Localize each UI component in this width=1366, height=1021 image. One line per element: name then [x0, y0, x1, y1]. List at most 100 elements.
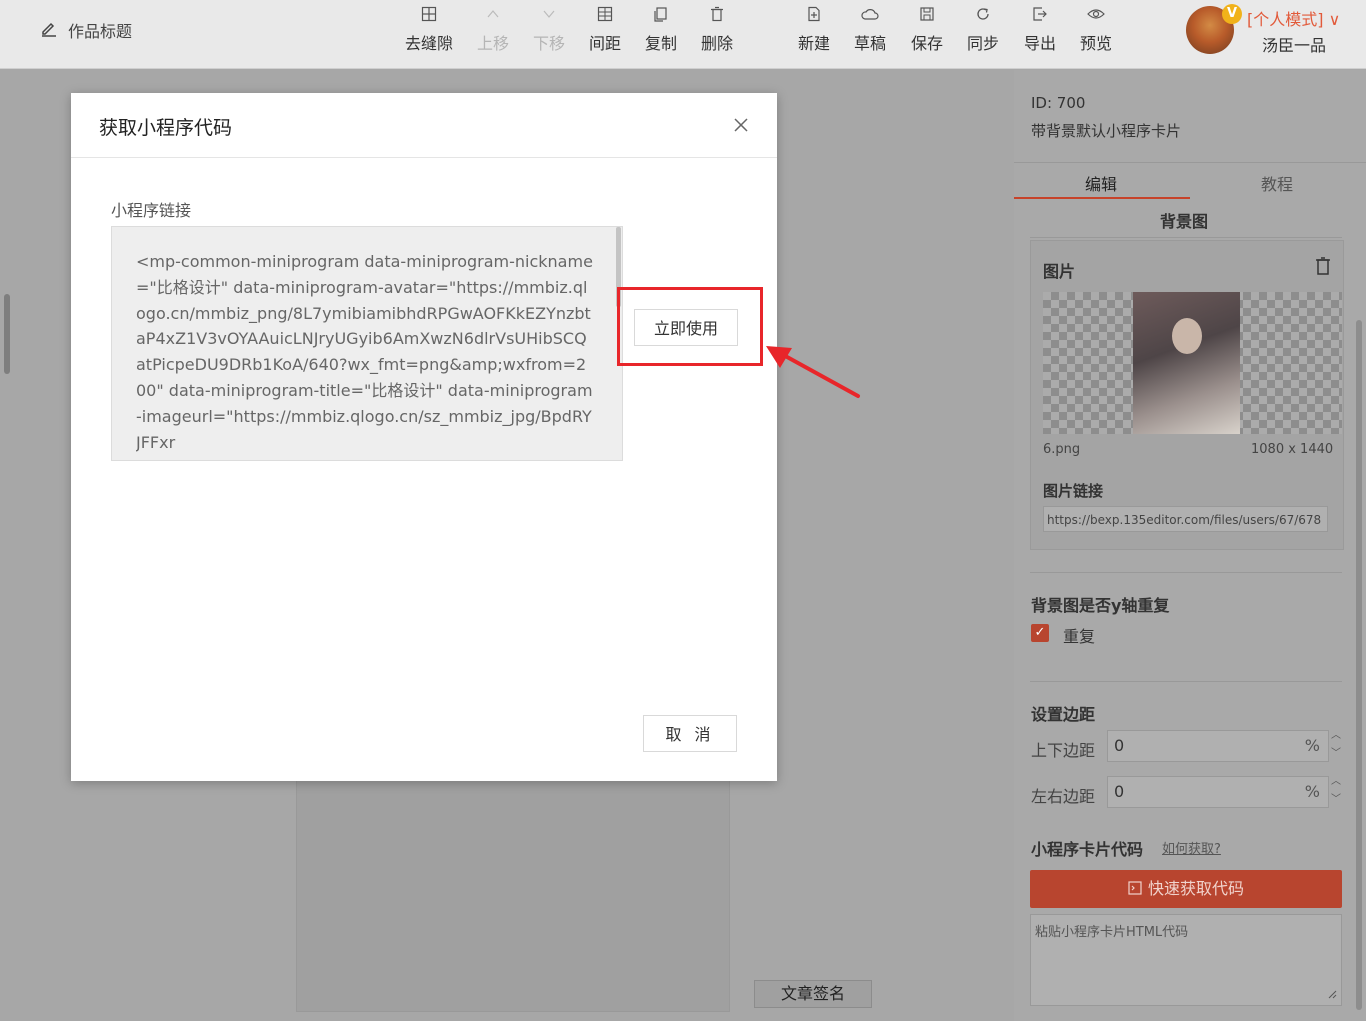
spacing-icon	[577, 6, 633, 28]
chevron-down-icon: ∨	[1328, 10, 1341, 29]
delete-button[interactable]: 删除	[689, 6, 745, 54]
edit-pencil-icon	[40, 19, 58, 41]
active-tab-indicator	[1014, 197, 1190, 199]
draft-button[interactable]: 草稿	[842, 6, 898, 54]
vertical-margin-value: 0	[1114, 736, 1125, 755]
sync-button[interactable]: 同步	[955, 6, 1011, 54]
work-title-text: 作品标题	[68, 22, 133, 41]
chevron-up-icon	[465, 6, 521, 28]
new-file-icon	[786, 6, 842, 28]
export-button[interactable]: 导出	[1012, 6, 1068, 54]
close-icon[interactable]	[733, 111, 749, 139]
image-dimensions: 1080 x 1440	[1251, 442, 1334, 457]
copy-icon	[633, 6, 689, 28]
background-image-thumbnail[interactable]	[1133, 292, 1240, 434]
card-code-title: 小程序卡片代码	[1031, 840, 1144, 859]
resize-handle-icon[interactable]	[1327, 988, 1337, 1003]
miniprogram-code-text: <mp-common-miniprogram data-miniprogram-…	[136, 252, 593, 452]
percent-unit: %	[1304, 782, 1320, 801]
percent-unit: %	[1304, 736, 1320, 755]
template-name: 带背景默认小程序卡片	[1031, 122, 1182, 140]
dialog-title: 获取小程序代码	[99, 117, 233, 139]
tool-label: 去缝隙	[404, 34, 453, 53]
tool-label: 导出	[1023, 34, 1056, 53]
tool-label: 复制	[644, 34, 677, 53]
sync-icon	[955, 6, 1011, 28]
terminal-icon	[1128, 879, 1148, 898]
image-label: 图片	[1043, 262, 1076, 281]
image-link-label: 图片链接	[1043, 482, 1104, 500]
work-title[interactable]: 作品标题	[40, 18, 132, 42]
image-link-input[interactable]: https://bexp.135editor.com/files/users/6…	[1043, 506, 1328, 532]
right-panel-scrollbar[interactable]	[1356, 320, 1362, 1010]
trash-icon[interactable]	[1314, 256, 1332, 280]
horizontal-margin-label: 左右边距	[1031, 787, 1096, 806]
left-scrollbar[interactable]	[4, 294, 10, 374]
margin-section-title: 设置边距	[1031, 705, 1096, 724]
quick-get-code-button[interactable]: 快速获取代码	[1030, 870, 1342, 908]
export-icon	[1012, 6, 1068, 28]
highlight-box	[617, 287, 763, 366]
tool-label: 预览	[1079, 34, 1112, 53]
card-code-placeholder: 粘贴小程序卡片HTML代码	[1035, 925, 1189, 940]
vertical-margin-input[interactable]: 0 %	[1107, 730, 1329, 762]
red-arrow-icon	[766, 346, 860, 398]
miniprogram-link-label: 小程序链接	[111, 201, 192, 220]
divider	[1030, 572, 1342, 573]
horizontal-margin-input[interactable]: 0 %	[1107, 776, 1329, 808]
mode-switch[interactable]: [个人模式] ∨	[1247, 6, 1340, 30]
tool-label: 上移	[476, 34, 509, 53]
spacing-button[interactable]: 间距	[577, 6, 633, 54]
vertical-margin-label: 上下边距	[1031, 741, 1096, 760]
miniprogram-code-textarea[interactable]: <mp-common-miniprogram data-miniprogram-…	[111, 226, 623, 461]
tab-tutorial[interactable]: 教程	[1261, 171, 1293, 195]
repeat-checkbox[interactable]: ✓	[1031, 624, 1049, 642]
panel-tabs: 编辑 教程	[1014, 162, 1366, 199]
grid-icon	[401, 6, 457, 28]
stepper-down-icon[interactable]: ﹀	[1331, 795, 1341, 805]
tab-edit[interactable]: 编辑	[1085, 171, 1117, 195]
template-id: ID: 700	[1031, 94, 1086, 112]
quick-get-code-label: 快速获取代码	[1147, 879, 1244, 898]
get-miniprogram-code-dialog: 获取小程序代码 小程序链接 <mp-common-miniprogram dat…	[71, 93, 777, 781]
photo-detail	[1172, 318, 1202, 354]
vip-badge: V	[1222, 4, 1242, 24]
save-icon	[899, 6, 955, 28]
tool-label: 删除	[700, 34, 733, 53]
cancel-button[interactable]: 取 消	[643, 715, 737, 752]
repeat-label: 重复	[1063, 627, 1096, 646]
tool-label: 草稿	[853, 34, 886, 53]
image-filename: 6.png	[1043, 442, 1081, 457]
move-up-button[interactable]: 上移	[465, 6, 521, 54]
horizontal-margin-value: 0	[1114, 782, 1125, 801]
move-down-button[interactable]: 下移	[521, 6, 577, 54]
top-toolbar: 作品标题 去缝隙 上移 下移 间距 复制 删除 新建 草稿 保存 同步 导出 预…	[0, 0, 1366, 69]
divider	[1030, 681, 1342, 682]
remove-gap-button[interactable]: 去缝隙	[401, 6, 457, 54]
how-to-get-link[interactable]: 如何获取?	[1162, 838, 1221, 857]
dialog-divider	[71, 157, 777, 158]
trash-icon	[689, 6, 745, 28]
stepper-up-icon[interactable]: ︿	[1331, 777, 1341, 787]
eye-icon	[1068, 6, 1124, 28]
tool-label: 下移	[532, 34, 565, 53]
copy-button[interactable]: 复制	[633, 6, 689, 54]
tool-label: 同步	[966, 34, 999, 53]
tool-label: 间距	[588, 34, 621, 53]
divider	[1030, 237, 1342, 238]
mode-label: [个人模式]	[1247, 10, 1324, 29]
card-code-textarea[interactable]: 粘贴小程序卡片HTML代码	[1030, 914, 1342, 1006]
stepper-up-icon[interactable]: ︿	[1331, 731, 1341, 741]
tool-label: 保存	[910, 34, 943, 53]
background-section-title: 背景图	[1160, 212, 1209, 231]
tool-label: 新建	[797, 34, 830, 53]
preview-button[interactable]: 预览	[1068, 6, 1124, 54]
stepper-down-icon[interactable]: ﹀	[1331, 749, 1341, 759]
cloud-icon	[842, 6, 898, 28]
username: 汤臣一品	[1262, 36, 1327, 55]
new-button[interactable]: 新建	[786, 6, 842, 54]
save-button[interactable]: 保存	[899, 6, 955, 54]
chevron-down-icon	[521, 6, 577, 28]
article-signature-button[interactable]: 文章签名	[754, 980, 872, 1008]
repeat-section-title: 背景图是否y轴重复	[1031, 596, 1170, 615]
